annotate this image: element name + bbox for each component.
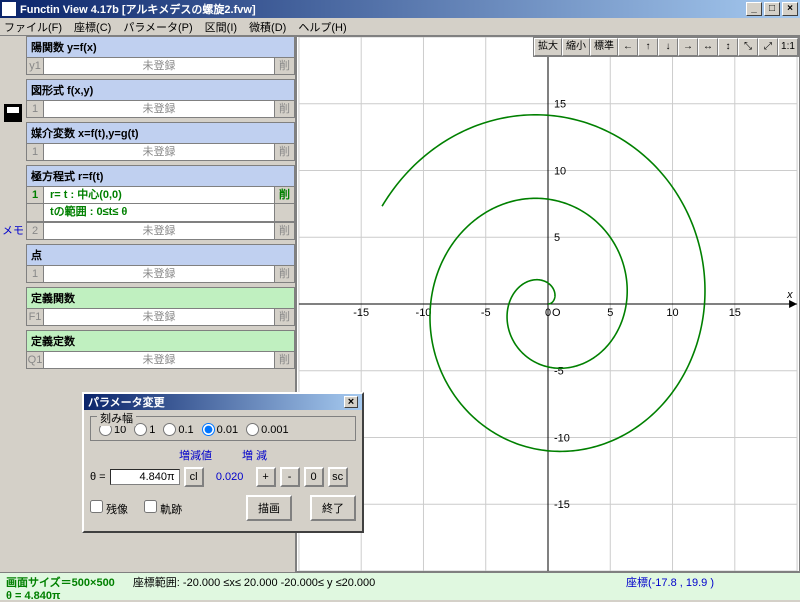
section-polar: 極方程式 r=f(t) — [26, 165, 295, 186]
standard-button[interactable]: 標準 — [590, 38, 618, 56]
plot-toolbar: 拡大 縮小 標準 ← ↑ ↓ → ↔ ↕ ⤡ ⤢ 1:1 — [533, 37, 799, 57]
delete-button[interactable]: 削 — [275, 265, 295, 283]
plus-button[interactable]: + — [256, 467, 276, 487]
svg-text:-15: -15 — [353, 307, 369, 319]
save-icon[interactable] — [4, 104, 22, 122]
section-deffn: 定義関数 — [26, 287, 295, 308]
delete-button[interactable]: 削 — [275, 143, 295, 161]
pan-down-button[interactable]: ↓ — [658, 38, 678, 56]
menu-file[interactable]: ファイル(F) — [4, 19, 62, 35]
svg-text:10: 10 — [554, 165, 566, 177]
svg-text:15: 15 — [729, 307, 741, 319]
menu-deriv[interactable]: 微積(D) — [249, 19, 286, 35]
step-radio-0.1[interactable]: 0.1 — [163, 423, 193, 436]
section-parametric: 媒介変数 x=f(t),y=g(t) — [26, 122, 295, 143]
theta-input[interactable] — [110, 469, 180, 485]
parameter-dialog[interactable]: パラメータ変更 × 刻み幅 10 1 0.1 0.01 0.001 増減値 増 … — [82, 392, 364, 533]
minus-button[interactable]: - — [280, 467, 300, 487]
menu-help[interactable]: ヘルプ(H) — [298, 19, 346, 35]
pan-right-button[interactable]: → — [678, 38, 698, 56]
pan-left-button[interactable]: ← — [618, 38, 638, 56]
menu-coord[interactable]: 座標(C) — [74, 19, 111, 35]
menubar: ファイル(F) 座標(C) パラメータ(P) 区間(I) 微積(D) ヘルプ(H… — [0, 18, 800, 36]
explicit-row: y1 未登録 削 — [26, 57, 295, 75]
svg-text:5: 5 — [607, 307, 613, 319]
sc-button[interactable]: sc — [328, 467, 348, 487]
zero-button[interactable]: 0 — [304, 467, 324, 487]
maximize-button[interactable]: □ — [764, 2, 780, 16]
screen-size: 画面サイズ＝500×500 — [6, 574, 115, 590]
pan-up-button[interactable]: ↑ — [638, 38, 658, 56]
section-point: 点 — [26, 244, 295, 265]
graph-canvas: -15-10-5051015-15-10-551015 x y O — [297, 37, 799, 571]
zoom-in-button[interactable]: 拡大 — [534, 38, 562, 56]
step-group: 刻み幅 10 1 0.1 0.01 0.001 — [90, 416, 356, 441]
ratio-button[interactable]: 1:1 — [778, 38, 798, 56]
theta-label: θ = — [90, 471, 106, 483]
svg-text:O: O — [552, 307, 561, 319]
plot-area[interactable]: 拡大 縮小 標準 ← ↑ ↓ → ↔ ↕ ⤡ ⤢ 1:1 -15 -10 -5 0 5 1… — [296, 36, 800, 572]
svg-text:5: 5 — [554, 232, 560, 244]
incdec-value: 0.020 — [208, 471, 252, 483]
zoom-out-button[interactable]: 縮小 — [562, 38, 590, 56]
section-explicit: 陽関数 y=f(x) — [26, 36, 295, 57]
minimize-button[interactable]: _ — [746, 2, 762, 16]
svg-text:-15: -15 — [554, 499, 570, 511]
svg-text:-10: -10 — [416, 307, 432, 319]
step-label: 刻み幅 — [97, 410, 136, 426]
scale-button[interactable]: ⤢ — [758, 38, 778, 56]
step-radio-1[interactable]: 1 — [134, 423, 155, 436]
explicit-cell[interactable]: 未登録 — [44, 57, 275, 75]
svg-text:0: 0 — [545, 307, 551, 319]
vstretch-button[interactable]: ↕ — [718, 38, 738, 56]
step-radio-0.001[interactable]: 0.001 — [246, 423, 289, 436]
delete-button[interactable]: 削 — [275, 351, 295, 369]
titlebar: Functin View 4.17b [アルキメデスの螺旋2.fvw] _ □ … — [0, 0, 800, 18]
draw-button[interactable]: 描画 — [246, 495, 292, 521]
incdec2-label: 増 減 — [242, 447, 267, 463]
trace-checkbox[interactable]: 軌跡 — [144, 500, 182, 517]
section-defconst: 定義定数 — [26, 330, 295, 351]
theta-status: θ = 4.840π — [6, 590, 60, 602]
delete-button[interactable]: 削 — [275, 57, 295, 75]
dialog-title: パラメータ変更 — [88, 394, 165, 410]
svg-text:x: x — [786, 289, 793, 301]
cursor-coord: 座標(-17.8 , 19.9 ) — [626, 574, 714, 590]
exit-button[interactable]: 終了 — [310, 495, 356, 521]
dialog-close-button[interactable]: × — [344, 396, 358, 408]
section-implicit: 図形式 f(x,y) — [26, 79, 295, 100]
delete-button[interactable]: 削 — [275, 100, 295, 118]
svg-text:10: 10 — [666, 307, 678, 319]
delete-button[interactable]: 削 — [275, 186, 295, 204]
svg-text:-5: -5 — [481, 307, 491, 319]
coord-range: 座標範囲: -20.000 ≤x≤ 20.000 -20.000≤ y ≤20.… — [133, 574, 375, 590]
incdec-label: 増減値 — [179, 447, 212, 463]
afterimage-checkbox[interactable]: 残像 — [90, 500, 128, 517]
both-stretch-button[interactable]: ⤡ — [738, 38, 758, 56]
status-bar: 画面サイズ＝500×500 座標範囲: -20.000 ≤x≤ 20.000 -… — [0, 572, 800, 600]
menu-interval[interactable]: 区間(I) — [205, 19, 237, 35]
hstretch-button[interactable]: ↔ — [698, 38, 718, 56]
polar-cell-active[interactable]: r= t : 中心(0,0) — [44, 186, 275, 204]
delete-button[interactable]: 削 — [275, 308, 295, 326]
menu-param[interactable]: パラメータ(P) — [123, 19, 192, 35]
close-button[interactable]: × — [782, 2, 798, 16]
step-radio-0.01[interactable]: 0.01 — [202, 423, 238, 436]
memo-label: メモ — [2, 222, 24, 238]
delete-button[interactable]: 削 — [275, 222, 295, 240]
app-icon — [2, 2, 16, 16]
svg-text:15: 15 — [554, 99, 566, 111]
svg-text:-10: -10 — [554, 432, 570, 444]
clear-button[interactable]: cl — [184, 467, 204, 487]
window-title: Functin View 4.17b [アルキメデスの螺旋2.fvw] — [20, 1, 256, 17]
